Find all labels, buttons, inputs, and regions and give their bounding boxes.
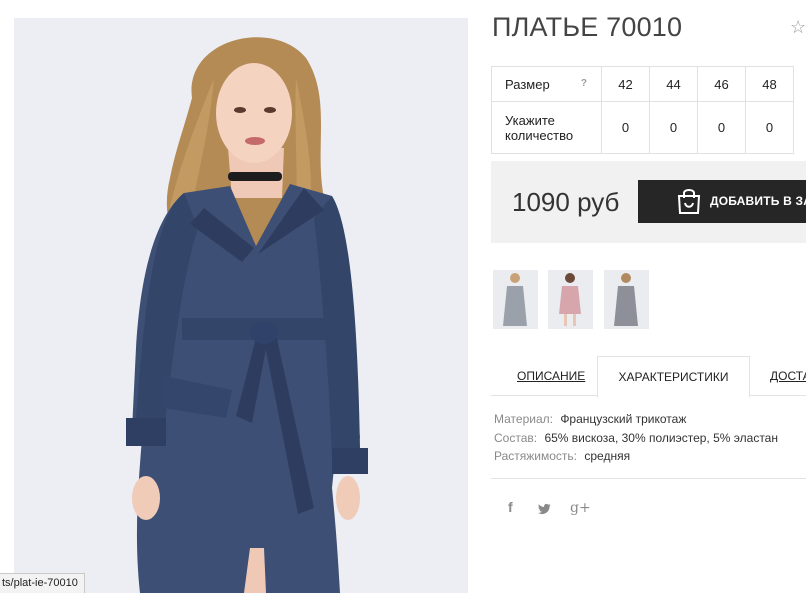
- help-icon[interactable]: ?: [581, 78, 587, 89]
- status-url-bar: ts/plat-ie-70010: [0, 573, 85, 593]
- thumbnail-grey-dress-2-image: [604, 270, 649, 329]
- product-page: ts/plat-ie-70010 ПЛАТЬЕ 70010 ☆ Размер ?…: [0, 0, 806, 593]
- thumbnail-pink-dress-image: [548, 270, 593, 329]
- spec-row-stretch: Растяжимость: средняя: [494, 447, 778, 466]
- quantity-input[interactable]: 0: [601, 101, 650, 154]
- thumbnail-2[interactable]: [548, 270, 593, 329]
- spec-key: Материал:: [494, 412, 553, 426]
- section-divider: [491, 478, 806, 479]
- spec-value: средняя: [584, 449, 631, 463]
- spec-key: Растяжимость:: [494, 449, 578, 463]
- size-cell: 46: [697, 66, 746, 102]
- add-to-cart-button[interactable]: ДОБАВИТЬ В ЗАК: [638, 180, 806, 223]
- thumbnail-grey-dress-image: [493, 270, 538, 329]
- product-photo-illustration: [14, 18, 468, 593]
- specifications: Материал: Французский трикотаж Состав: 6…: [494, 410, 778, 466]
- quantity-label-cell: Укажите количество: [491, 101, 602, 154]
- size-cell: 44: [649, 66, 698, 102]
- thumbnail-3[interactable]: [604, 270, 649, 329]
- spec-value: 65% вискоза, 30% полиэстер, 5% эластан: [544, 430, 778, 445]
- spec-key: Состав:: [494, 430, 538, 445]
- main-product-photo[interactable]: [14, 18, 468, 593]
- size-row: Размер ? 42 44 46 48: [491, 66, 794, 102]
- size-label-cell: Размер ?: [491, 66, 602, 102]
- size-label: Размер: [505, 76, 550, 92]
- add-to-cart-label: ДОБАВИТЬ В ЗАК: [710, 194, 806, 208]
- quantity-input[interactable]: 0: [649, 101, 698, 154]
- twitter-icon[interactable]: [538, 502, 552, 518]
- spec-row-material: Материал: Французский трикотаж: [494, 410, 778, 429]
- size-cell: 48: [745, 66, 794, 102]
- thumbnail-1[interactable]: [493, 270, 538, 329]
- price-box: 1090 руб ДОБАВИТЬ В ЗАК: [491, 161, 806, 243]
- quantity-row: Укажите количество 0 0 0 0: [491, 101, 794, 154]
- facebook-icon[interactable]: f: [508, 499, 513, 515]
- size-quantity-table: Размер ? 42 44 46 48 Укажите количество …: [491, 66, 794, 154]
- product-price: 1090 руб: [512, 187, 620, 217]
- googleplus-icon[interactable]: g+: [570, 500, 591, 516]
- tab-description[interactable]: ОПИСАНИЕ: [517, 356, 585, 395]
- quantity-input[interactable]: 0: [697, 101, 746, 154]
- quantity-label: Укажите количество: [505, 112, 574, 143]
- shopping-bag-icon: [676, 187, 702, 220]
- star-outline-icon[interactable]: ☆: [790, 17, 806, 38]
- tab-delivery[interactable]: ДОСТА: [770, 356, 806, 395]
- quantity-input[interactable]: 0: [745, 101, 794, 154]
- spec-row-composition: Состав: 65% вискоза, 30% полиэстер, 5% э…: [494, 429, 778, 448]
- size-cell: 42: [601, 66, 650, 102]
- product-title: ПЛАТЬЕ 70010: [492, 12, 683, 42]
- spec-value: Французский трикотаж: [560, 412, 687, 426]
- tab-characteristics[interactable]: ХАРАКТЕРИСТИКИ: [597, 356, 750, 398]
